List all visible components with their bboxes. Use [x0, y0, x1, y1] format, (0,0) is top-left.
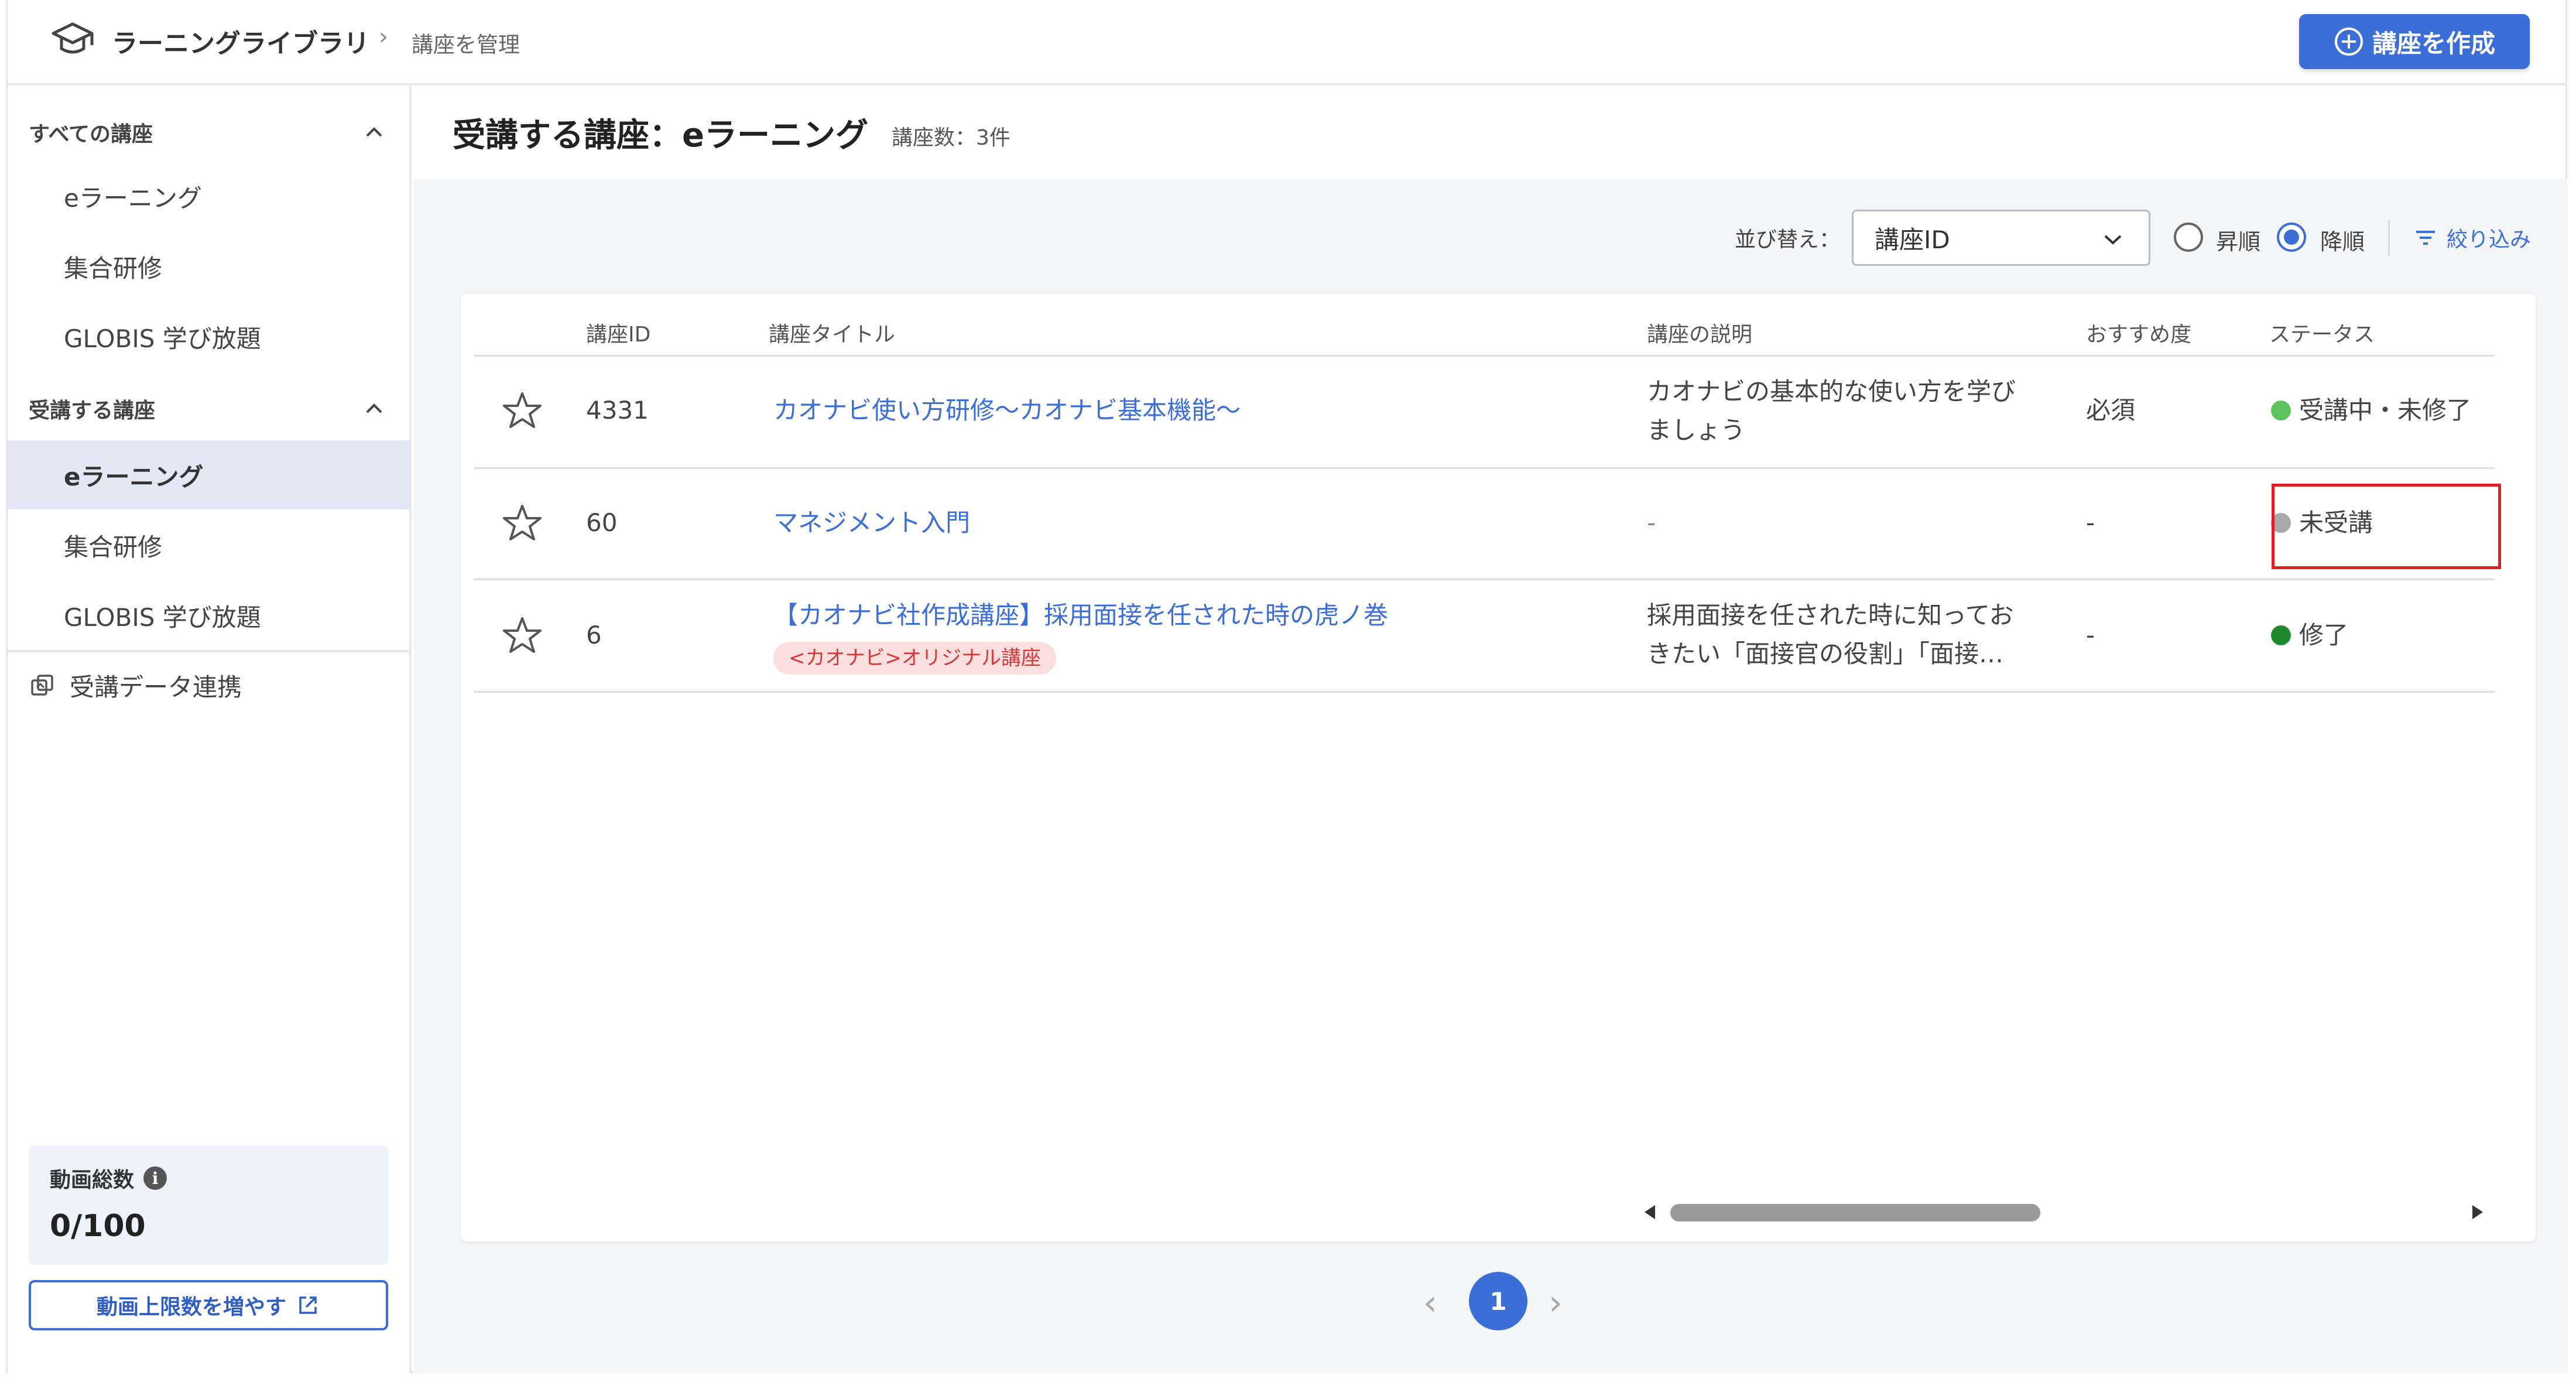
star-icon[interactable]	[502, 615, 543, 656]
column-header-title[interactable]: 講座タイトル	[769, 317, 895, 348]
increase-video-limit-label: 動画上限数を増やす	[96, 1295, 286, 1319]
create-course-button[interactable]: 講座を作成	[2299, 14, 2530, 69]
sidebar-section-attending[interactable]: 受講する講座	[8, 385, 409, 432]
table-row-2-recommend: -	[2086, 508, 2095, 537]
sidebar-item-label: 集合研修	[64, 254, 163, 283]
table-row-3-title-link[interactable]: 【カオナビ社作成講座】採用面接を任された時の虎ノ巻	[773, 596, 1388, 635]
increase-video-limit-button[interactable]: 動画上限数を増やす	[29, 1280, 388, 1330]
sidebar-data-link-label: 受講データ連携	[70, 673, 242, 702]
filter-label: 絞り込み	[2447, 228, 2532, 252]
order-desc-radio[interactable]	[2277, 223, 2306, 252]
order-asc-radio[interactable]	[2174, 223, 2203, 252]
page-title: 受講する講座：eラーニング	[453, 117, 868, 155]
external-link-icon	[299, 1296, 317, 1314]
table-row-3-desc-line-2: きたい「面接官の役割」「面接…	[1647, 639, 2004, 668]
graduation-cap-icon	[52, 22, 94, 54]
sidebar-item-attending-elearning[interactable]: eラーニング	[8, 440, 409, 509]
sidebar: すべての講座 eラーニング 集合研修 GLOBIS 学び放題 受講する講座 eラ…	[8, 85, 412, 1373]
sidebar-item-label: GLOBIS 学び放題	[64, 324, 261, 353]
sidebar-item-attending-group-training[interactable]: 集合研修	[8, 511, 409, 580]
video-total-box: 動画総数 i 0/100	[29, 1145, 388, 1265]
chevron-up-icon	[366, 127, 382, 137]
star-icon[interactable]	[502, 390, 543, 431]
breadcrumb-current: 講座を管理	[412, 32, 520, 57]
plus-circle-icon	[2334, 28, 2363, 56]
video-total-label-row: 動画総数 i	[50, 1163, 367, 1193]
sidebar-data-link[interactable]: 受講データ連携	[29, 668, 242, 703]
order-desc-label: 降順	[2320, 229, 2365, 255]
course-count: 講座数：3件	[892, 126, 1010, 150]
create-course-label: 講座を作成	[2372, 29, 2495, 58]
sidebar-section-attending-label: 受講する講座	[29, 399, 156, 423]
status-dot-in-progress	[2271, 401, 2291, 420]
sidebar-item-label: eラーニング	[64, 183, 202, 213]
table-row-2-title-link[interactable]: マネジメント入門	[773, 504, 970, 542]
chevron-down-icon	[2104, 235, 2122, 245]
sort-label: 並び替え：	[1735, 228, 1841, 252]
table-row-1-recommend: 必須	[2086, 396, 2136, 425]
filter-button[interactable]: 絞り込み	[2414, 223, 2531, 253]
table-row-3-recommend: -	[2086, 621, 2095, 649]
scroll-left-arrow-icon[interactable]	[1645, 1205, 1655, 1219]
sort-select-value: 講座ID	[1875, 225, 1950, 254]
table-row-3-status: 修了	[2299, 621, 2349, 649]
column-header-recommend[interactable]: おすすめ度	[2086, 317, 2191, 348]
sidebar-item-label: GLOBIS 学び放題	[64, 603, 261, 632]
sort-select[interactable]: 講座ID	[1852, 210, 2150, 266]
app-title[interactable]: ラーニングライブラリ	[112, 22, 369, 60]
sidebar-item-attending-globis[interactable]: GLOBIS 学び放題	[8, 581, 409, 650]
top-bar: ラーニングライブラリ › 講座を管理 講座を作成	[8, 0, 2565, 85]
video-total-value: 0/100	[50, 1209, 146, 1244]
table-row-1-title-link[interactable]: カオナビ使い方研修〜カオナビ基本機能〜	[773, 391, 1241, 430]
prev-page-chevron-icon[interactable]: ‹	[1423, 1282, 1437, 1323]
original-course-tag: <カオナビ>オリジナル講座	[773, 642, 1056, 675]
chevron-up-icon	[366, 403, 382, 413]
filter-icon	[2416, 231, 2435, 245]
sidebar-section-all-label: すべての講座	[29, 122, 153, 146]
column-header-status[interactable]: ステータス	[2269, 317, 2375, 348]
table-header-divider	[474, 355, 2495, 357]
page-number-current[interactable]: 1	[1469, 1272, 1527, 1330]
table-row-1-desc-line-1: カオナビの基本的な使い方を学び	[1647, 377, 2016, 406]
scroll-right-arrow-icon[interactable]	[2472, 1205, 2483, 1219]
sync-data-icon	[31, 674, 53, 696]
sidebar-item-label: 集合研修	[64, 532, 163, 562]
info-icon[interactable]: i	[143, 1166, 167, 1190]
table-row-divider	[474, 691, 2495, 693]
column-header-description[interactable]: 講座の説明	[1647, 317, 1752, 348]
app-frame: ラーニングライブラリ › 講座を管理 講座を作成 すべての講座 eラーニング 集…	[6, 0, 2567, 1373]
sidebar-item-all-globis[interactable]: GLOBIS 学び放題	[8, 302, 409, 371]
sidebar-section-all[interactable]: すべての講座	[8, 109, 409, 156]
controls-divider	[2388, 220, 2390, 255]
sidebar-divider	[8, 650, 409, 652]
table-row-2-desc-line-1: -	[1647, 508, 1656, 537]
table-row-1-status: 受講中・未修了	[2299, 396, 2472, 425]
table-row-3-desc-line-1: 採用面接を任された時に知ってお	[1647, 601, 2014, 629]
horizontal-scrollbar-thumb[interactable]	[1670, 1204, 2040, 1221]
sidebar-item-all-group-training[interactable]: 集合研修	[8, 232, 409, 301]
table-row-1-desc-line-2: ましょう	[1647, 416, 1746, 444]
sidebar-item-all-elearning[interactable]: eラーニング	[8, 162, 409, 231]
status-highlight-box	[2272, 484, 2501, 569]
video-total-label: 動画総数	[50, 1168, 135, 1192]
table-row-2-id: 60	[586, 508, 618, 537]
next-page-chevron-icon[interactable]: ›	[1549, 1282, 1563, 1323]
table-row-1-id: 4331	[586, 396, 649, 425]
order-asc-label: 昇順	[2216, 229, 2261, 255]
course-table-card	[461, 294, 2536, 1241]
status-dot-completed	[2271, 625, 2291, 645]
column-header-id[interactable]: 講座ID	[586, 317, 650, 348]
table-row-divider	[474, 467, 2495, 469]
star-icon[interactable]	[502, 502, 543, 543]
sidebar-item-label: eラーニング	[64, 462, 204, 491]
table-row-divider	[474, 579, 2495, 580]
breadcrumb-chevron-icon: ›	[379, 23, 388, 50]
table-row-3-id: 6	[586, 621, 602, 649]
